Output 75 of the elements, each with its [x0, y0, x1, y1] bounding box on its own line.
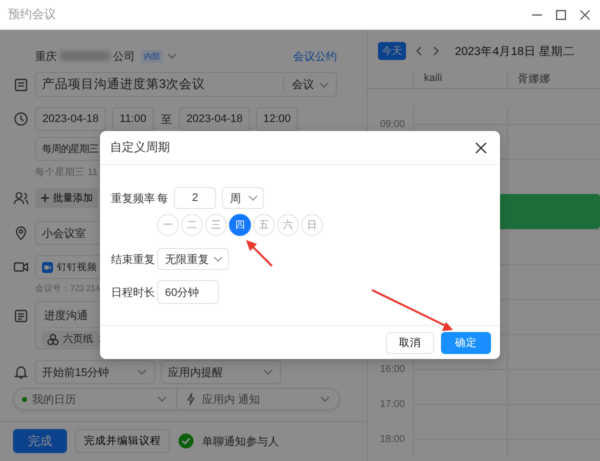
time-label: 09:00: [380, 119, 405, 130]
time-label: 16:00: [380, 364, 405, 375]
batch-add-button[interactable]: 批量添加: [35, 188, 98, 208]
notification-name: 应用内 通知: [202, 392, 262, 406]
video-app-icon: [42, 262, 53, 272]
calendar-icon: [13, 76, 29, 92]
reminder-time-select[interactable]: 开始前15分钟: [35, 360, 155, 384]
interval-field[interactable]: 2: [174, 187, 216, 209]
lightning-icon: [185, 392, 197, 406]
start-date-field[interactable]: 2023-04-18: [35, 107, 106, 131]
minimize-icon: [532, 14, 542, 16]
duration-field[interactable]: 60分钟: [157, 280, 219, 304]
window-title: 预约会议: [8, 6, 56, 23]
clock-icon: [13, 111, 29, 127]
start-time-field[interactable]: 11:00: [112, 107, 154, 131]
reminder-time-value: 开始前15分钟: [42, 366, 110, 380]
column-header: 胥娜娜: [506, 72, 600, 88]
end-repeat-select[interactable]: 无限重复: [157, 248, 229, 270]
end-date-field[interactable]: 2023-04-18: [179, 107, 250, 131]
attachment-name: 六页纸: [63, 332, 93, 346]
repeat-hint: 每个星期三 11: [35, 166, 98, 178]
reminder-method-select[interactable]: 应用内提醒: [161, 360, 281, 384]
cancel-button[interactable]: 取消: [386, 332, 434, 354]
weekday-toggle[interactable]: 四: [229, 214, 251, 236]
weekday-toggle[interactable]: 日: [301, 214, 323, 236]
close-icon: [580, 10, 590, 20]
calendar-name: 我的日历: [32, 392, 77, 406]
end-time-field[interactable]: 12:00: [256, 107, 298, 131]
column-header: kaili: [413, 72, 506, 88]
frequency-label: 重复频率: [111, 192, 156, 206]
people-icon: [13, 190, 29, 206]
meeting-rules-link[interactable]: 会议公约: [293, 48, 337, 64]
end-repeat-value: 无限重复: [165, 252, 209, 266]
time-label: 18:00: [380, 434, 405, 445]
bell-icon: [13, 364, 29, 380]
company-name: 重庆: [35, 50, 57, 64]
title-field[interactable]: 产品项目沟通进度第3次会议 会议: [35, 72, 337, 97]
calendar-select[interactable]: 我的日历: [14, 389, 177, 409]
close-icon[interactable]: [474, 140, 488, 154]
annotation-arrow: [246, 240, 273, 267]
every-label: 每: [157, 192, 168, 206]
done-and-edit-button[interactable]: 完成并编辑议程: [75, 429, 170, 453]
dialog-title: 自定义周期: [110, 139, 170, 156]
shapes-icon: [47, 333, 59, 345]
calendar-color-dot: [22, 396, 27, 402]
duration-label: 日程时长: [111, 286, 156, 300]
to-label: 至: [161, 112, 172, 126]
maximize-icon: [556, 10, 566, 20]
video-app-name: 钉钉视频: [57, 260, 97, 274]
time-label: 17:00: [380, 399, 405, 410]
weekday-toggle[interactable]: 五: [253, 214, 275, 236]
checkbox-icon[interactable]: [178, 433, 194, 449]
weekday-toggle[interactable]: 三: [205, 214, 227, 236]
plus-icon: [40, 193, 50, 203]
note-icon: [13, 308, 29, 324]
confirm-button[interactable]: 确定: [441, 332, 491, 354]
today-button[interactable]: 今天: [378, 42, 406, 60]
location-pin-icon: [13, 225, 29, 241]
blurred-block: [60, 51, 110, 61]
reminder-method-value: 应用内提醒: [168, 366, 223, 380]
meeting-number: 会议号：723 214: [35, 283, 100, 295]
done-button[interactable]: 完成: [13, 429, 67, 453]
company-name: 公司: [113, 50, 135, 64]
unit-value: 周: [230, 192, 241, 206]
internal-badge: 内部: [141, 50, 163, 62]
weekday-toggle[interactable]: 一: [157, 214, 179, 236]
unit-select[interactable]: 周: [222, 187, 264, 209]
weekday-toggle[interactable]: 六: [277, 214, 299, 236]
notification-select[interactable]: 应用内 通知: [177, 389, 339, 409]
title-value: 产品项目沟通进度第3次会议: [42, 76, 206, 93]
type-select[interactable]: 会议: [283, 77, 336, 92]
notify-attendees-label: 单聊通知参与人: [202, 434, 279, 448]
weekday-toggle[interactable]: 二: [181, 214, 203, 236]
end-repeat-label: 结束重复: [111, 252, 156, 266]
current-date: 2023年4月18日 星期二: [455, 44, 575, 58]
